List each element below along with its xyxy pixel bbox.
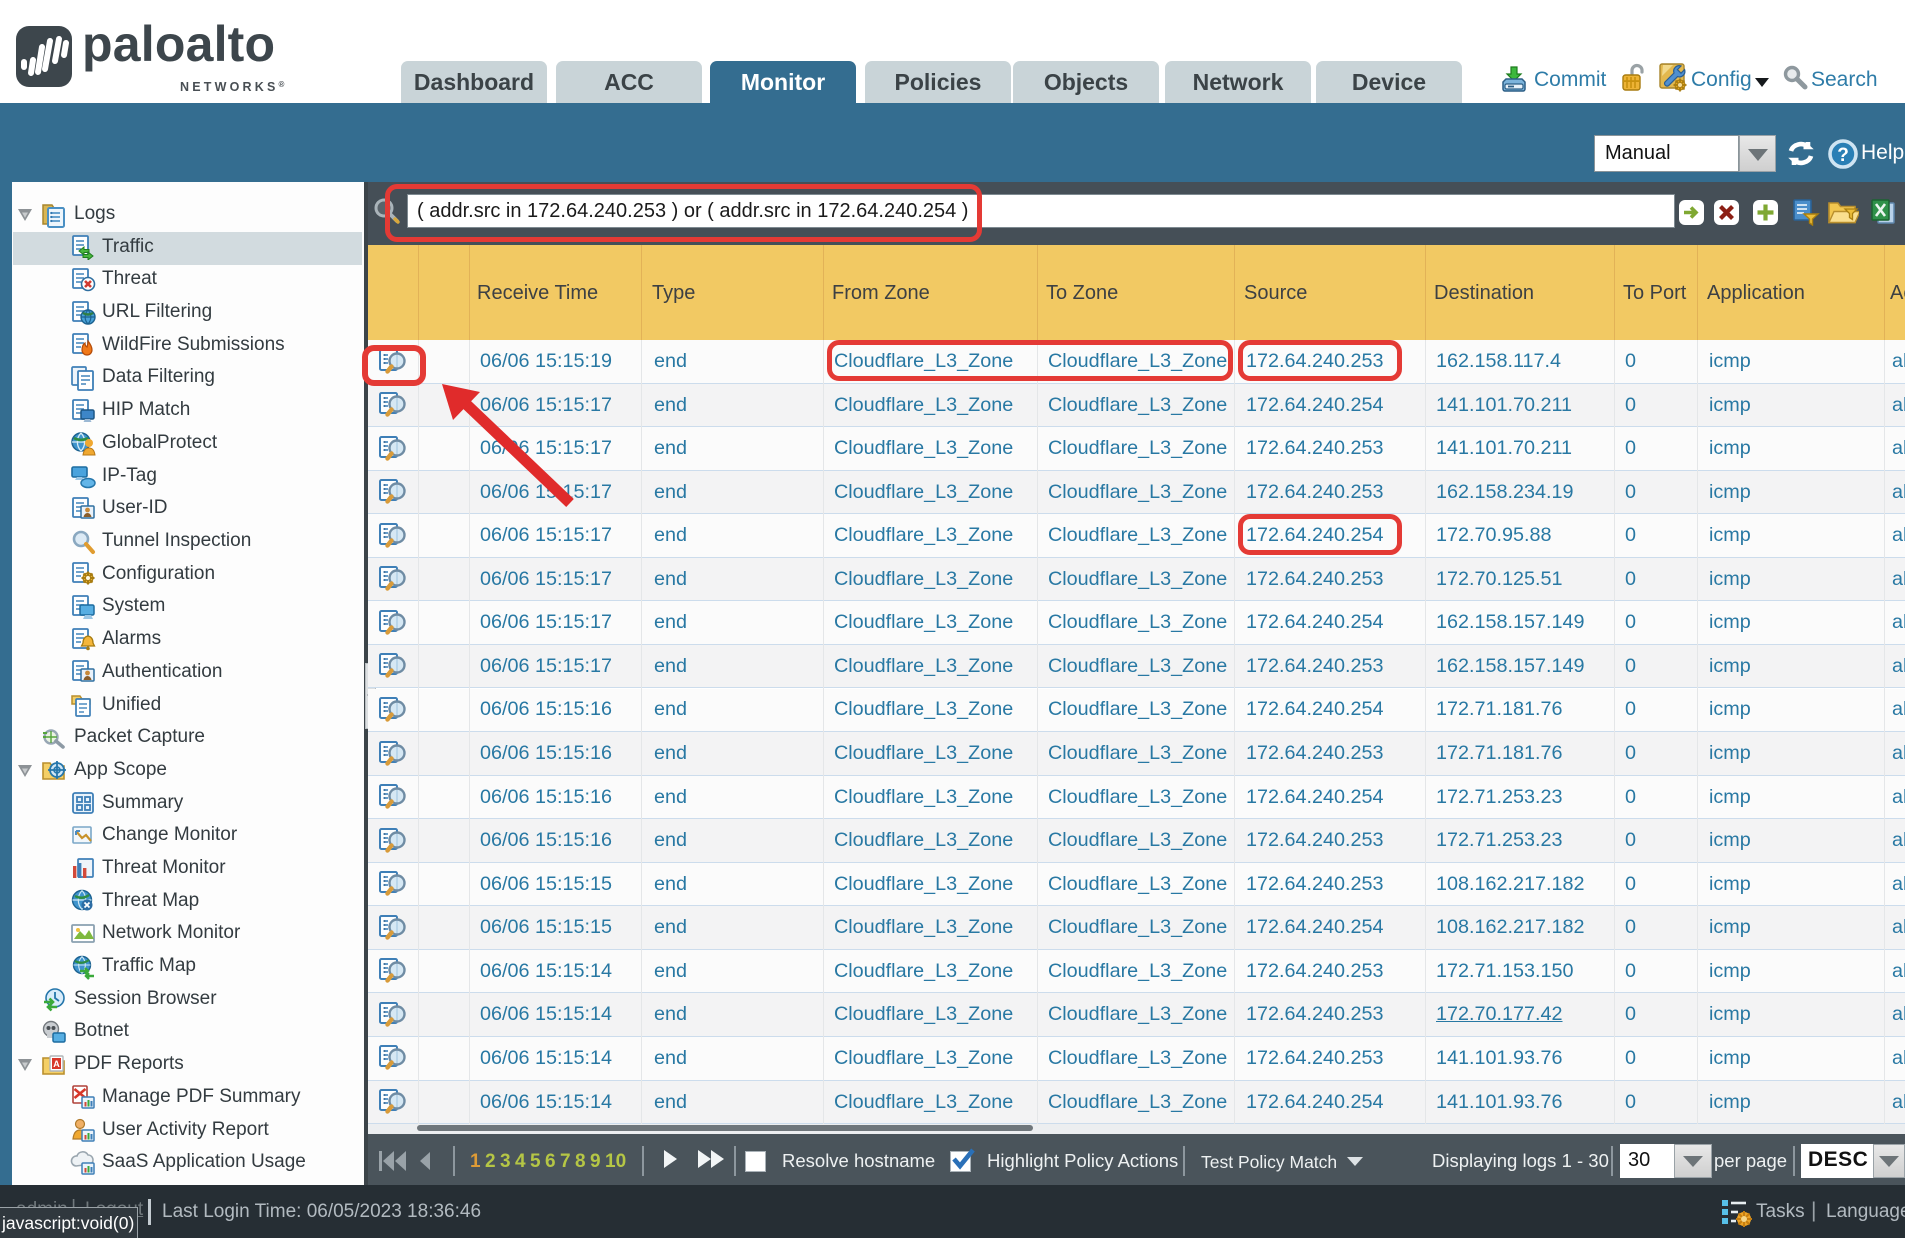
svg-text:A: A [53,1059,60,1069]
svg-text:?: ? [1837,145,1849,166]
